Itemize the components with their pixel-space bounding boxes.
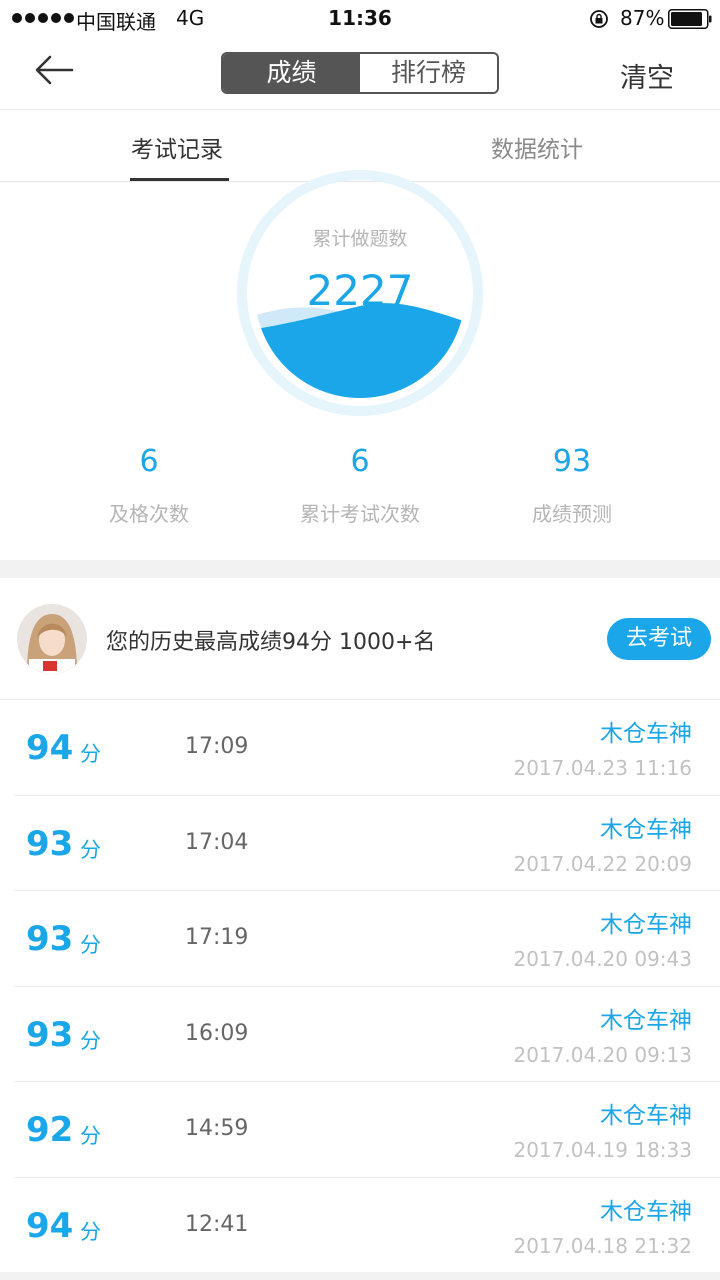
list-item[interactable]: 94 分 17:09 木仓车神 2017.04.23 11:16	[0, 700, 720, 796]
record-duration: 17:09	[185, 734, 249, 759]
tab-statistics[interactable]: 数据统计	[491, 130, 583, 164]
status-bar: 中国联通 4G 11:36 87%	[0, 0, 720, 38]
exam-records-list: 94 分 17:09 木仓车神 2017.04.23 11:16 93 分 17…	[0, 700, 720, 1273]
list-item[interactable]: 92 分 14:59 木仓车神 2017.04.19 18:33	[0, 1082, 720, 1178]
pass-count-value: 6	[139, 444, 159, 479]
bottom-divider	[0, 1272, 720, 1280]
battery-icon	[668, 9, 712, 29]
tab-exam-records[interactable]: 考试记录	[131, 130, 223, 164]
record-score: 93	[26, 919, 74, 959]
record-user-name: 木仓车神	[600, 816, 692, 843]
clear-button[interactable]: 清空	[620, 56, 674, 95]
status-time: 11:36	[328, 6, 392, 30]
take-exam-button[interactable]: 去考试	[607, 618, 711, 660]
record-score: 94	[26, 728, 74, 768]
record-date: 2017.04.20 09:43	[513, 947, 692, 971]
record-score: 94	[26, 1205, 74, 1246]
score-prediction-value: 93	[552, 444, 592, 479]
list-item[interactable]: 93 分 17:04 木仓车神 2017.04.22 20:09	[0, 796, 720, 892]
back-arrow-icon[interactable]	[32, 52, 76, 88]
record-score-unit: 分	[80, 933, 101, 957]
record-score: 93	[26, 1014, 74, 1055]
record-date: 2017.04.18 21:32	[513, 1233, 692, 1258]
pass-count-label: 及格次数	[109, 502, 189, 526]
record-score-unit: 分	[80, 1219, 101, 1244]
record-score-unit: 分	[80, 1124, 101, 1148]
list-item[interactable]: 93 分 16:09 木仓车神 2017.04.20 09:13	[0, 987, 720, 1083]
avatar	[17, 604, 87, 674]
gauge-label: 累计做题数	[312, 228, 408, 250]
record-score: 93	[26, 823, 74, 864]
segment-leaderboard[interactable]: 排行榜	[360, 54, 497, 92]
record-duration: 14:59	[185, 1116, 249, 1141]
exam-count-label: 累计考试次数	[300, 502, 420, 526]
record-user-name: 木仓车神	[600, 1198, 692, 1225]
record-date: 2017.04.20 09:13	[513, 1042, 692, 1067]
record-user-name: 木仓车神	[600, 721, 692, 747]
record-score: 92	[26, 1110, 74, 1150]
record-date: 2017.04.23 11:16	[513, 756, 692, 780]
orientation-lock-icon	[590, 10, 608, 28]
record-score-unit: 分	[80, 1028, 101, 1053]
record-score-unit: 分	[80, 742, 101, 766]
best-score-text: 您的历史最高成绩94分 1000+名	[106, 630, 436, 655]
record-duration: 12:41	[185, 1211, 249, 1237]
navigation-bar: 成绩 排行榜 清空	[0, 38, 720, 110]
record-user-name: 木仓车神	[600, 1007, 692, 1034]
section-divider	[0, 560, 720, 578]
record-duration: 17:04	[185, 829, 249, 855]
battery-percentage: 87%	[620, 6, 665, 30]
record-date: 2017.04.22 20:09	[513, 851, 692, 876]
list-item[interactable]: 93 分 17:19 木仓车神 2017.04.20 09:43	[0, 891, 720, 987]
segmented-control: 成绩 排行榜	[221, 52, 499, 94]
best-score-row: 您的历史最高成绩94分 1000+名 去考试	[0, 578, 720, 700]
record-user-name: 木仓车神	[600, 912, 692, 938]
list-item[interactable]: 94 分 12:41 木仓车神 2017.04.18 21:32	[0, 1178, 720, 1274]
gauge-value: 2227	[306, 266, 414, 315]
record-duration: 17:19	[185, 925, 249, 950]
record-date: 2017.04.19 18:33	[513, 1138, 692, 1162]
record-user-name: 木仓车神	[600, 1103, 692, 1129]
score-prediction-label: 成绩预测	[532, 502, 612, 526]
record-duration: 16:09	[185, 1020, 249, 1046]
exam-count-value: 6	[350, 444, 370, 479]
segment-scores[interactable]: 成绩	[223, 54, 360, 92]
active-tab-indicator	[130, 178, 229, 181]
record-score-unit: 分	[80, 837, 101, 862]
